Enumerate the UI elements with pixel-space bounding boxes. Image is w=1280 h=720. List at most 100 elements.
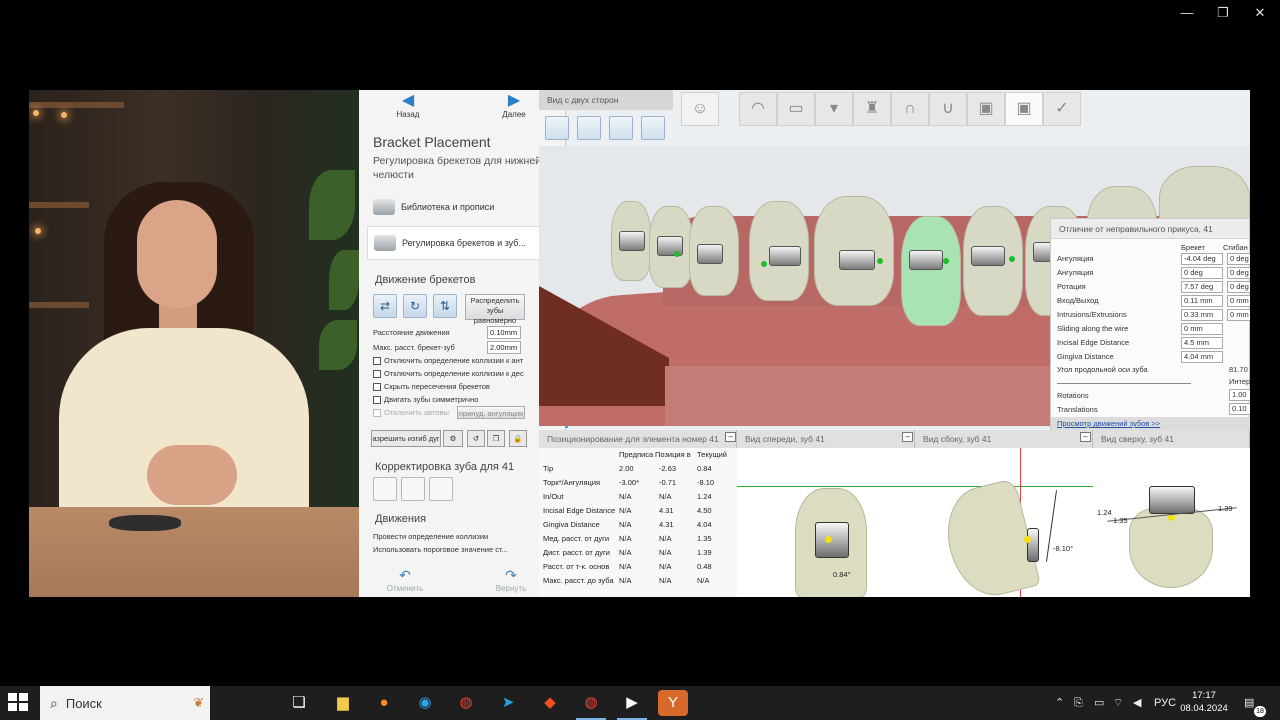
redo-label: Вернуть	[495, 584, 527, 593]
patient-photo-icon[interactable]: ☺	[681, 92, 719, 126]
checkbox-box[interactable]	[373, 369, 381, 378]
telegram-icon[interactable]: ➤	[493, 690, 523, 716]
shift-bracket-icon[interactable]: ⇅	[433, 294, 457, 318]
arch-lower-icon[interactable]: ∪	[929, 92, 967, 126]
move-bracket-icon[interactable]: ⇄	[373, 294, 397, 318]
bracket[interactable]	[697, 244, 723, 264]
checkbox-symmetric[interactable]: Двигать зубы симметрично	[373, 395, 539, 404]
view-jaw-left-icon[interactable]	[609, 116, 633, 140]
checkbox-auto[interactable]: Отключить автовы	[373, 408, 463, 417]
search-box[interactable]: ⌕ Поиск ❦	[40, 686, 210, 720]
tray-expand-icon[interactable]: ⌃	[1055, 686, 1064, 720]
bite-bend-value[interactable]: 0 deg	[1227, 281, 1250, 293]
rotate-bracket-icon[interactable]: ↻	[403, 294, 427, 318]
bite-value[interactable]: -4.04 deg	[1181, 253, 1223, 265]
yandex-icon[interactable]: Y	[658, 690, 688, 716]
firefox-icon[interactable]: ●	[369, 690, 399, 716]
rotations-input[interactable]: 1.00	[1229, 389, 1250, 401]
minimize-button[interactable]: —	[1170, 4, 1204, 22]
rotate-tooth-icon[interactable]	[401, 477, 425, 501]
bite-value[interactable]: 0.33 mm	[1181, 309, 1223, 321]
minimize-positioning-icon[interactable]: –	[725, 432, 736, 442]
bite-value[interactable]: 4.04 mm	[1181, 351, 1223, 363]
bite-value[interactable]: 4.5 mm	[1181, 337, 1223, 349]
bite-value[interactable]: 7.57 deg	[1181, 281, 1223, 293]
move-distance-input[interactable]: 0.10mm	[487, 326, 521, 339]
chrome-profile-icon[interactable]: ◍	[576, 690, 606, 716]
bracket[interactable]	[971, 246, 1005, 266]
restore-button[interactable]: ❐	[1206, 4, 1240, 22]
usb-icon[interactable]: ⎘	[1074, 686, 1083, 720]
media-player-icon[interactable]: ▶	[617, 690, 647, 716]
tooth-shape-icon[interactable]	[429, 477, 453, 501]
translations-input[interactable]: 0.10	[1229, 403, 1250, 415]
view-jaw-front-icon[interactable]	[577, 116, 601, 140]
front-side-views[interactable]: 0.84° -8.10°	[737, 448, 1093, 597]
bite-bend-value[interactable]: 0 deg	[1227, 253, 1250, 265]
file-explorer-icon[interactable]: ▆	[328, 690, 358, 716]
clock[interactable]: 17:17 08.04.2024	[1180, 689, 1228, 715]
undo-button[interactable]: ↶ Отменить	[363, 567, 447, 593]
scan-jaw-icon[interactable]: ◠	[739, 92, 777, 126]
network-icon[interactable]: ▭	[1094, 686, 1104, 720]
minimize-side-view-icon[interactable]: –	[1080, 432, 1091, 442]
bite-bend-value[interactable]: 0 deg	[1227, 267, 1250, 279]
model-base-icon[interactable]: ▭	[777, 92, 815, 126]
checkbox-box[interactable]	[373, 408, 381, 417]
reset-icon[interactable]: ↺	[467, 430, 485, 447]
checkbox-hide-intersections[interactable]: Скрыть пересечения брекетов	[373, 382, 539, 391]
bite-value[interactable]: 0 deg	[1181, 267, 1223, 279]
view-jaw-icon[interactable]	[545, 116, 569, 140]
arch-upper-icon[interactable]: ∩	[891, 92, 929, 126]
edge-icon[interactable]: ◉	[410, 690, 440, 716]
task-view-icon[interactable]: ❏	[284, 690, 314, 716]
tooth-axis-icon[interactable]: ♜	[853, 92, 891, 126]
close-button[interactable]: ✕	[1243, 4, 1277, 22]
bite-bend-value[interactable]: 0 mm	[1227, 295, 1250, 307]
video-frame: ◀ Назад ▶ Далее Bracket Placement Регули…	[29, 90, 1250, 597]
bracket[interactable]	[909, 250, 943, 270]
bracket-icon[interactable]: ▣	[967, 92, 1005, 126]
bracket[interactable]	[619, 231, 645, 251]
volume-icon[interactable]: ◀	[1133, 686, 1141, 720]
tooth-41-selected[interactable]	[901, 216, 961, 326]
force-angulation-button[interactable]: принуд. ангуляция	[457, 406, 525, 419]
distribute-teeth-button[interactable]: Распределить зубы равномерно	[465, 294, 525, 325]
notifications-icon[interactable]: ▤	[1244, 686, 1254, 720]
checkbox-collision-antagonist[interactable]: Отключить определение коллизии к ант	[373, 356, 539, 365]
adjust-item[interactable]: Регулировка брекетов и зуб...	[367, 226, 559, 260]
copy-icon[interactable]: ❐	[487, 430, 505, 447]
max-distance-input[interactable]: 2.00mm	[487, 341, 521, 354]
checkbox-box[interactable]	[373, 382, 381, 391]
checkbox-box[interactable]	[373, 356, 381, 365]
bite-value[interactable]: 0 mm	[1181, 323, 1223, 335]
lock-icon[interactable]: 🔒	[509, 430, 527, 447]
bracket-done-icon[interactable]: ✓	[1043, 92, 1081, 126]
bracket[interactable]	[769, 246, 801, 266]
figma-icon[interactable]: ◆	[535, 690, 565, 716]
top-view[interactable]: 1.24 1.35 1.39	[1093, 448, 1250, 597]
bite-row: Sliding along the wire 0 mm	[1057, 323, 1250, 336]
tooth-segment-icon[interactable]: ▾	[815, 92, 853, 126]
view-tooth-movements-link[interactable]: Просмотр движений зубов >>	[1051, 417, 1250, 431]
language-indicator[interactable]: РУС	[1154, 686, 1176, 720]
checkbox-collision-gum[interactable]: Отключить определение коллизии к дес	[373, 369, 539, 378]
minimize-front-view-icon[interactable]: –	[902, 432, 913, 442]
bracket-placement-icon[interactable]: ▣	[1005, 92, 1043, 126]
allow-arch-bend-button[interactable]: азрешить изгиб дуг	[371, 430, 441, 447]
bracket-tool-icon[interactable]: ⚙	[443, 430, 463, 447]
back-button[interactable]: ◀ Назад	[363, 92, 453, 128]
start-button[interactable]	[8, 693, 30, 713]
bite-value[interactable]: 0.11 mm	[1181, 295, 1223, 307]
move-tooth-icon[interactable]	[373, 477, 397, 501]
checkbox-run-collision[interactable]: Провести определение коллизии	[373, 532, 563, 541]
library-item[interactable]: Библиотека и прописи	[367, 190, 559, 224]
view-jaw-right-icon[interactable]	[641, 116, 665, 140]
checkbox-box[interactable]	[373, 395, 381, 404]
col-bend: Сгибан	[1223, 243, 1248, 252]
checkbox-threshold[interactable]: Использовать пороговое значение ст...	[373, 545, 563, 554]
bracket[interactable]	[839, 250, 875, 270]
wifi-icon[interactable]: ⌔	[1113, 686, 1123, 720]
chrome-icon[interactable]: ◍	[451, 690, 481, 716]
bite-bend-value[interactable]: 0 mm	[1227, 309, 1250, 321]
